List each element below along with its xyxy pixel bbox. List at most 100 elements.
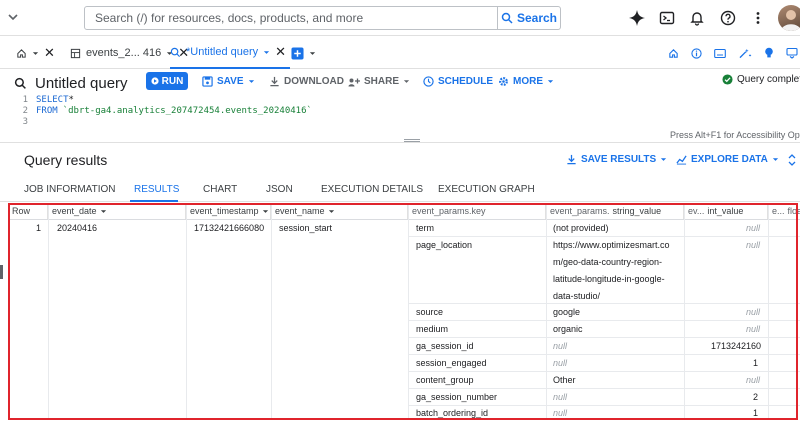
column-header-string-value[interactable]: event_params. string_value <box>546 203 684 219</box>
info-icon[interactable] <box>691 47 702 59</box>
cell-param-key[interactable]: batch_ordering_id <box>416 408 488 418</box>
row-number: 1 <box>36 223 42 233</box>
more-vert-icon[interactable] <box>748 8 768 28</box>
row-divider <box>408 371 800 372</box>
explore-data-label: EXPLORE DATA <box>691 154 768 165</box>
clock-icon <box>423 75 434 87</box>
tab-execution-graph[interactable]: EXECUTION GRAPH <box>438 184 535 195</box>
tab-job-information[interactable]: JOB INFORMATION <box>24 184 115 195</box>
cell-int-value[interactable]: null <box>746 307 760 317</box>
dropdown-arrow-icon[interactable] <box>262 208 269 215</box>
sql-keyword: FROM <box>36 106 58 116</box>
share-button-label: SHARE <box>364 75 400 87</box>
avatar[interactable] <box>778 5 800 31</box>
bell-icon[interactable] <box>687 8 707 28</box>
run-button[interactable]: RUN <box>146 72 188 90</box>
download-button[interactable]: DOWNLOAD <box>269 73 344 89</box>
dropdown-arrow-icon <box>309 51 316 55</box>
tab-results[interactable]: RESULTS <box>134 184 179 195</box>
cell-int-value[interactable]: 2 <box>753 392 758 402</box>
expand-icon[interactable] <box>788 154 796 166</box>
cell-param-key[interactable]: ga_session_number <box>416 392 497 402</box>
line-number: 2 <box>22 106 28 116</box>
tab-home[interactable]: ✕ <box>16 37 55 69</box>
cell-string-value[interactable]: null <box>553 408 567 418</box>
cell-param-key[interactable]: session_engaged <box>416 358 487 368</box>
dropdown-arrow-icon[interactable] <box>328 208 335 215</box>
row-divider <box>408 354 800 355</box>
column-header-event-date[interactable]: event_date <box>48 203 186 219</box>
column-divider <box>271 203 272 420</box>
tab-label: *Untitled query <box>186 46 259 58</box>
home-icon[interactable] <box>668 48 679 59</box>
gemini-icon[interactable] <box>627 8 647 28</box>
cell-string-value[interactable]: (not provided) <box>553 223 609 233</box>
column-header-float-value[interactable]: e...float <box>768 203 800 219</box>
tab-untitled-query[interactable]: *Untitled query ✕ <box>170 37 291 69</box>
share-button[interactable]: SHARE <box>348 73 410 89</box>
chevron-down-icon[interactable] <box>6 10 20 24</box>
cell-int-value[interactable]: null <box>746 324 760 334</box>
row-divider <box>408 303 800 304</box>
close-icon[interactable]: ✕ <box>275 44 286 60</box>
cell-string-value[interactable]: Other <box>553 375 576 385</box>
cell-string-value[interactable]: null <box>553 358 567 368</box>
cell-string-value-line[interactable]: https://www.optimizesmart.co <box>553 240 670 250</box>
home-icon <box>17 48 26 58</box>
dropdown-arrow-icon <box>32 51 39 55</box>
cell-int-value[interactable]: 1 <box>753 408 758 418</box>
save-results-button[interactable]: SAVE RESULTS <box>566 154 667 165</box>
tab-chart[interactable]: CHART <box>203 184 237 195</box>
tab-execution-details[interactable]: EXECUTION DETAILS <box>321 184 423 195</box>
dropdown-arrow-icon <box>264 50 270 54</box>
close-icon[interactable]: ✕ <box>44 45 55 61</box>
panel-resize-handle[interactable] <box>0 265 3 279</box>
search-button[interactable]: Search <box>497 6 561 30</box>
new-tab-button[interactable] <box>291 37 316 69</box>
cell-event-date[interactable]: 20240416 <box>57 223 97 233</box>
tab-json[interactable]: JSON <box>266 184 293 195</box>
cell-param-key[interactable]: content_group <box>416 375 474 385</box>
more-button[interactable]: MORE <box>498 73 554 89</box>
cloud-shell-icon[interactable] <box>657 8 677 28</box>
explore-data-button[interactable]: EXPLORE DATA <box>676 154 779 165</box>
cell-param-key[interactable]: medium <box>416 324 448 334</box>
cell-int-value[interactable]: null <box>746 375 760 385</box>
cell-int-value[interactable]: 1 <box>753 358 758 368</box>
cell-string-value[interactable]: google <box>553 307 580 317</box>
sql-keyword: SELECT <box>36 95 69 105</box>
cell-string-value[interactable]: null <box>553 341 567 351</box>
cell-param-key[interactable]: page_location <box>416 240 472 250</box>
row-divider <box>408 337 800 338</box>
cell-string-value-line[interactable]: m/geo-data-country-region- <box>553 257 662 267</box>
column-header-int-value[interactable]: ev... int_value <box>684 203 768 219</box>
cell-string-value[interactable]: organic <box>553 324 583 334</box>
keyboard-icon[interactable] <box>714 48 726 59</box>
cell-event-timestamp[interactable]: 17132421666080 <box>194 223 267 233</box>
header-divider <box>8 219 800 220</box>
cell-string-value[interactable]: null <box>553 392 567 402</box>
cell-string-value-line[interactable]: data-studio/ <box>553 291 600 301</box>
share-icon <box>348 78 360 86</box>
save-button[interactable]: SAVE <box>202 73 255 89</box>
column-header-event-name[interactable]: event_name <box>271 203 408 219</box>
keyboard-hide-icon[interactable] <box>786 47 798 59</box>
wand-icon[interactable] <box>738 48 752 59</box>
lightbulb-icon[interactable] <box>764 47 774 59</box>
cell-string-value-line[interactable]: latitude-longitude-in-google- <box>553 274 665 284</box>
column-header-row[interactable]: Row <box>8 203 48 219</box>
column-header-event-params-key[interactable]: event_params.key <box>408 203 546 219</box>
help-icon[interactable] <box>718 8 738 28</box>
sql-text: * <box>68 95 74 105</box>
cell-param-key[interactable]: term <box>416 223 434 233</box>
cell-int-value[interactable]: 1713242160 <box>711 341 761 351</box>
cell-int-value[interactable]: null <box>746 223 760 233</box>
cell-param-key[interactable]: source <box>416 307 443 317</box>
dropdown-arrow-icon[interactable] <box>100 208 107 215</box>
column-header-event-timestamp[interactable]: event_timestamp <box>186 203 271 219</box>
cell-event-name[interactable]: session_start <box>279 223 332 233</box>
cell-int-value[interactable]: null <box>746 240 760 250</box>
schedule-button[interactable]: SCHEDULE <box>423 73 493 89</box>
cell-param-key[interactable]: ga_session_id <box>416 341 474 351</box>
search-input[interactable]: Search (/) for resources, docs, products… <box>84 6 498 30</box>
